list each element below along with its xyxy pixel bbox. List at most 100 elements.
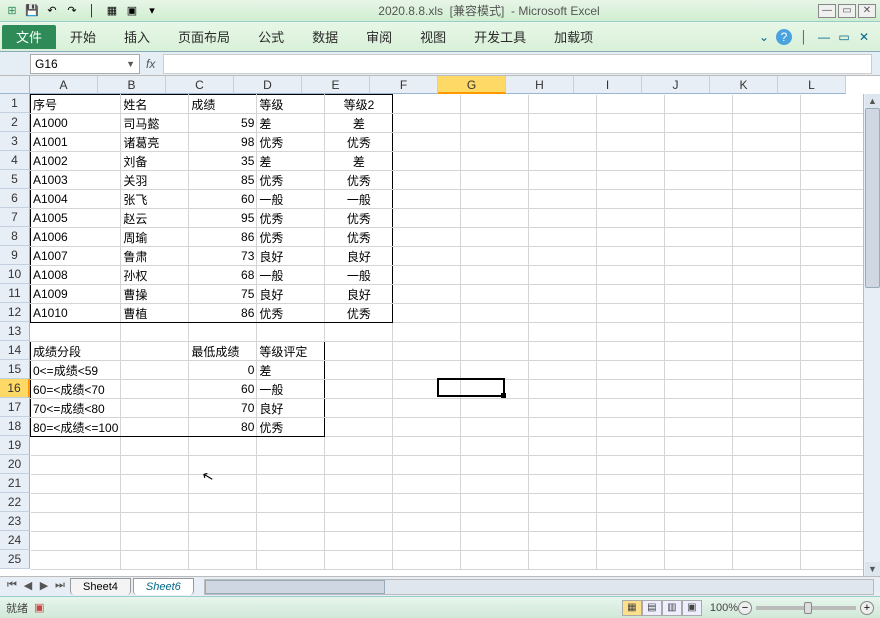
cell-C21[interactable] <box>189 475 257 494</box>
cell-A9[interactable]: A1007 <box>31 247 121 266</box>
tab-pagelayout[interactable]: 页面布局 <box>164 23 244 50</box>
cell-H11[interactable] <box>529 285 597 304</box>
cell-G6[interactable] <box>461 190 529 209</box>
cell-F2[interactable] <box>393 114 461 133</box>
cell-L4[interactable] <box>801 152 869 171</box>
col-header-J[interactable]: J <box>642 76 710 94</box>
cell-C2[interactable]: 59 <box>189 114 257 133</box>
cell-I13[interactable] <box>597 323 665 342</box>
cell-J1[interactable] <box>665 95 733 114</box>
cell-L18[interactable] <box>801 418 869 437</box>
tab-first-icon[interactable]: ⏮ <box>4 579 20 595</box>
cell-D19[interactable] <box>257 437 325 456</box>
cell-F5[interactable] <box>393 171 461 190</box>
cell-K16[interactable] <box>733 380 801 399</box>
cell-A7[interactable]: A1005 <box>31 209 121 228</box>
cell-I21[interactable] <box>597 475 665 494</box>
row-header-20[interactable]: 20 <box>0 455 30 474</box>
row-header-10[interactable]: 10 <box>0 265 30 284</box>
cell-D18[interactable]: 优秀 <box>257 418 325 437</box>
cell-G8[interactable] <box>461 228 529 247</box>
cell-K17[interactable] <box>733 399 801 418</box>
cell-I19[interactable] <box>597 437 665 456</box>
row-header-24[interactable]: 24 <box>0 531 30 550</box>
tab-next-icon[interactable]: ▶ <box>36 579 52 595</box>
row-header-23[interactable]: 23 <box>0 512 30 531</box>
cell-F3[interactable] <box>393 133 461 152</box>
cell-L16[interactable] <box>801 380 869 399</box>
cell-L9[interactable] <box>801 247 869 266</box>
row-header-9[interactable]: 9 <box>0 246 30 265</box>
cell-H24[interactable] <box>529 532 597 551</box>
cell-F23[interactable] <box>393 513 461 532</box>
cell-D14[interactable]: 等级评定 <box>257 342 325 361</box>
cell-A5[interactable]: A1003 <box>31 171 121 190</box>
cell-K8[interactable] <box>733 228 801 247</box>
vscroll-thumb[interactable] <box>865 108 880 288</box>
cell-E20[interactable] <box>325 456 393 475</box>
col-header-A[interactable]: A <box>30 76 98 94</box>
cell-A18[interactable]: 80=<成绩<=100 <box>31 418 121 437</box>
cell-K5[interactable] <box>733 171 801 190</box>
cell-E10[interactable]: 一般 <box>325 266 393 285</box>
cell-E4[interactable]: 差 <box>325 152 393 171</box>
cell-I23[interactable] <box>597 513 665 532</box>
cell-H10[interactable] <box>529 266 597 285</box>
cell-B21[interactable] <box>121 475 189 494</box>
cell-K7[interactable] <box>733 209 801 228</box>
row-header-7[interactable]: 7 <box>0 208 30 227</box>
cell-E11[interactable]: 良好 <box>325 285 393 304</box>
cell-L19[interactable] <box>801 437 869 456</box>
cell-K19[interactable] <box>733 437 801 456</box>
fx-icon[interactable]: fx <box>146 57 155 71</box>
cell-D6[interactable]: 一般 <box>257 190 325 209</box>
ribbon-min-icon[interactable]: ⌄ <box>756 29 772 45</box>
cell-J10[interactable] <box>665 266 733 285</box>
cell-G24[interactable] <box>461 532 529 551</box>
cell-K20[interactable] <box>733 456 801 475</box>
cell-B22[interactable] <box>121 494 189 513</box>
col-header-I[interactable]: I <box>574 76 642 94</box>
cell-B7[interactable]: 赵云 <box>121 209 189 228</box>
cell-J22[interactable] <box>665 494 733 513</box>
cell-J14[interactable] <box>665 342 733 361</box>
cell-J8[interactable] <box>665 228 733 247</box>
cell-B8[interactable]: 周瑜 <box>121 228 189 247</box>
worksheet-grid[interactable]: ABCDEFGHIJKL 123456789101112131415161718… <box>0 76 880 576</box>
cell-D1[interactable]: 等级 <box>257 95 325 114</box>
tab-data[interactable]: 数据 <box>298 23 352 50</box>
cell-L17[interactable] <box>801 399 869 418</box>
cell-F11[interactable] <box>393 285 461 304</box>
tab-addins[interactable]: 加载项 <box>540 23 607 50</box>
cell-A19[interactable] <box>31 437 121 456</box>
minimize-button[interactable]: — <box>818 4 836 18</box>
view-normal-icon[interactable]: ▦ <box>622 600 642 616</box>
cell-B23[interactable] <box>121 513 189 532</box>
cell-G25[interactable] <box>461 551 529 570</box>
cell-F22[interactable] <box>393 494 461 513</box>
cell-F4[interactable] <box>393 152 461 171</box>
tab-home[interactable]: 开始 <box>56 23 110 50</box>
cell-K11[interactable] <box>733 285 801 304</box>
cell-L8[interactable] <box>801 228 869 247</box>
cell-I12[interactable] <box>597 304 665 323</box>
cell-C13[interactable] <box>189 323 257 342</box>
cell-F14[interactable] <box>393 342 461 361</box>
cell-F10[interactable] <box>393 266 461 285</box>
cell-G15[interactable] <box>461 361 529 380</box>
cell-J24[interactable] <box>665 532 733 551</box>
cell-D9[interactable]: 良好 <box>257 247 325 266</box>
formula-input[interactable] <box>163 54 872 74</box>
cell-F1[interactable] <box>393 95 461 114</box>
cell-I9[interactable] <box>597 247 665 266</box>
cell-L15[interactable] <box>801 361 869 380</box>
cell-A13[interactable] <box>31 323 121 342</box>
redo-icon[interactable]: ↷ <box>64 3 80 19</box>
cell-E23[interactable] <box>325 513 393 532</box>
cell-C7[interactable]: 95 <box>189 209 257 228</box>
cell-L20[interactable] <box>801 456 869 475</box>
tab-developer[interactable]: 开发工具 <box>460 23 540 50</box>
cell-H25[interactable] <box>529 551 597 570</box>
tab-last-icon[interactable]: ⏭ <box>52 579 68 595</box>
cell-C16[interactable]: 60 <box>189 380 257 399</box>
